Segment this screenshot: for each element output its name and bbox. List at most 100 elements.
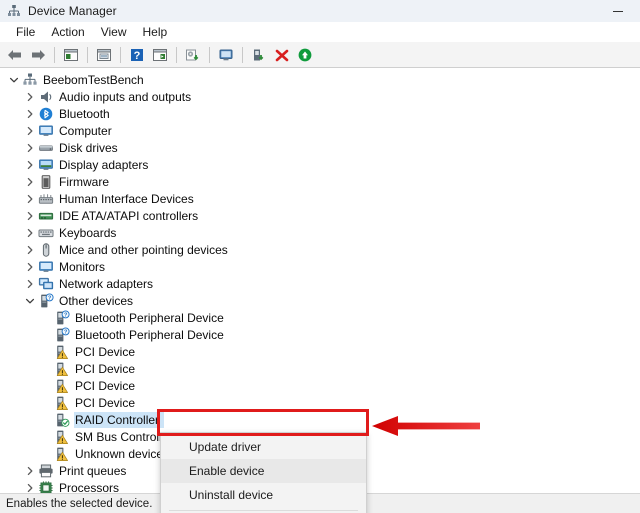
chevron-right-icon[interactable] [22,157,38,173]
context-update-driver[interactable]: Update driver [161,435,366,459]
tree-item[interactable]: Keyboards [0,224,640,241]
tree-item-label: PCI Device [75,378,136,393]
chevron-right-icon[interactable] [22,191,38,207]
unknown-device-icon [54,412,70,428]
tree-item[interactable]: BeebomTestBench [0,71,640,88]
svg-text:?: ? [134,50,141,62]
toolbar: ? [0,42,640,68]
unknown-device-icon [54,378,70,394]
menu-action[interactable]: Action [43,24,92,40]
chevron-right-icon[interactable] [22,276,38,292]
tree-item[interactable]: Display adapters [0,156,640,173]
chevron-right-icon[interactable] [22,208,38,224]
tree-item[interactable]: ? Other devices [0,292,640,309]
tree-item[interactable]: Monitors [0,258,640,275]
tree-item[interactable]: RAID Controller [0,411,640,428]
update-driver-button[interactable] [182,44,204,66]
tree-item-label: IDE ATA/ATAPI controllers [59,208,199,223]
tree-item[interactable]: Computer [0,122,640,139]
tree-item-label: Disk drives [59,140,118,155]
menu-view[interactable]: View [93,24,135,40]
menu-help[interactable]: Help [135,24,176,40]
monitor-icon [38,123,54,139]
tree-item-label: PCI Device [75,395,136,410]
mouse-icon [38,242,54,258]
chevron-right-icon[interactable] [22,89,38,105]
processor-icon [38,480,54,493]
chevron-right-icon[interactable] [22,259,38,275]
unknown-device-icon [54,446,70,462]
disk-drive-icon [38,140,54,156]
chevron-right-icon[interactable] [22,140,38,156]
context-menu-separator [169,510,358,511]
tree-item[interactable]: PCI Device [0,360,640,377]
tree-item-label: Mice and other pointing devices [59,242,228,257]
context-uninstall-device[interactable]: Uninstall device [161,483,366,507]
tree-item[interactable]: Audio inputs and outputs [0,88,640,105]
properties-button[interactable] [93,44,115,66]
svg-text:?: ? [64,312,67,318]
tree-item[interactable]: PCI Device [0,394,640,411]
tree-item-label: Display adapters [59,157,149,172]
tree-item-label: Monitors [59,259,106,274]
show-hide-action-pane-button[interactable] [149,44,171,66]
tree-item[interactable]: Disk drives [0,139,640,156]
tree-item[interactable]: Network adapters [0,275,640,292]
chevron-right-icon[interactable] [22,106,38,122]
ide-controller-icon [38,208,54,224]
tree-item-label: Unknown device [75,446,164,461]
menu-file[interactable]: File [8,24,43,40]
title-bar: Device Manager [0,0,640,22]
minimize-button[interactable] [595,0,640,22]
tree-item-label: Audio inputs and outputs [59,89,192,104]
tree-item-label: PCI Device [75,344,136,359]
menu-bar: File Action View Help [0,22,640,42]
uninstall-device-button[interactable] [271,44,293,66]
context-enable-device[interactable]: Enable device [161,459,366,483]
chevron-right-icon[interactable] [22,242,38,258]
unknown-device-icon [54,344,70,360]
toolbar-separator-3 [120,46,121,63]
tree-item-label: RAID Controller [73,411,165,428]
display-adapter-icon [38,157,54,173]
chevron-right-icon[interactable] [22,123,38,139]
show-hide-console-tree-button[interactable] [60,44,82,66]
chevron-down-icon[interactable] [6,72,22,88]
disable-device-button[interactable] [294,44,316,66]
scan-hardware-changes-button[interactable] [215,44,237,66]
tree-item[interactable]: ? Bluetooth Peripheral Device [0,326,640,343]
firmware-icon [38,174,54,190]
context-menu[interactable]: Update driver Enable device Uninstall devi… [160,432,367,513]
tree-item-label: Bluetooth Peripheral Device [75,327,224,342]
chevron-right-icon[interactable] [22,174,38,190]
tree-item[interactable]: Human Interface Devices [0,190,640,207]
toolbar-separator-4 [176,46,177,63]
device-manager-window: Device Manager File Action View Help ? B… [0,0,640,513]
tree-item[interactable]: Mice and other pointing devices [0,241,640,258]
unknown-device-icon: ? [54,309,70,326]
help-button[interactable]: ? [126,44,148,66]
status-text: Enables the selected device. [6,497,153,510]
tree-item-label: Other devices [59,293,134,308]
tree-item[interactable]: IDE ATA/ATAPI controllers [0,207,640,224]
tree-item[interactable]: Firmware [0,173,640,190]
chevron-right-icon[interactable] [22,480,38,494]
chevron-down-icon[interactable] [22,293,38,309]
tree-item[interactable]: ? Bluetooth Peripheral Device [0,309,640,326]
svg-text:?: ? [64,329,67,335]
hid-icon [38,191,54,207]
chevron-right-icon[interactable] [22,463,38,479]
speaker-icon [38,89,54,105]
tree-item[interactable]: PCI Device [0,377,640,394]
toolbar-separator-6 [242,46,243,63]
device-tree[interactable]: BeebomTestBench Audio inputs and outputs B… [0,68,640,493]
forward-button[interactable] [27,44,49,66]
chevron-right-icon[interactable] [22,225,38,241]
tree-item[interactable]: Bluetooth [0,105,640,122]
back-button[interactable] [4,44,26,66]
enable-device-button[interactable] [248,44,270,66]
tree-item[interactable]: PCI Device [0,343,640,360]
tree-item-label: Processors [59,480,120,494]
tree-item-label: Print queues [59,463,127,478]
tree-item-label: Bluetooth Peripheral Device [75,310,224,325]
